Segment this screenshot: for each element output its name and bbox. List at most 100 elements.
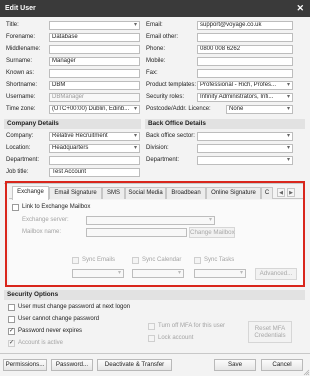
cannot-change-password-label: User cannot change password: [18, 316, 100, 322]
sync-calendar-checkbox[interactable]: [132, 257, 139, 264]
footer-divider: [0, 353, 310, 354]
exchange-tab-panel: Link to Exchange Mailbox Exchange server…: [9, 200, 303, 285]
turn-off-mfa-label: Turn off MFA for this user: [158, 323, 226, 329]
password-button[interactable]: Password...: [51, 359, 93, 371]
time-zone-select[interactable]: (UTC+00:00) Dublin, Edinb...: [49, 105, 140, 114]
email-other-field[interactable]: [197, 33, 293, 42]
exchange-server-select: [86, 216, 215, 225]
bo-department-label: Department:: [146, 157, 180, 163]
time-zone-label: Time zone:: [6, 106, 36, 112]
tab-online-signature[interactable]: Online Signature: [206, 187, 261, 199]
middlename-field[interactable]: [49, 45, 140, 54]
tab-more[interactable]: C: [261, 187, 273, 199]
save-button[interactable]: Save: [214, 359, 256, 371]
postcode-licence-label: Postcode/Addr. Licence:: [146, 106, 211, 112]
close-icon[interactable]: ✕: [296, 0, 304, 17]
must-change-password-label: User must change password at next logon: [18, 304, 131, 310]
tab-social-media[interactable]: Social Media: [125, 187, 166, 199]
security-options-header: Security Options: [4, 290, 305, 300]
company-select[interactable]: Relative Recruitment: [49, 132, 140, 141]
location-label: Location:: [6, 145, 31, 151]
title-select[interactable]: [49, 21, 140, 30]
surname-field[interactable]: Manager: [49, 57, 140, 66]
exchange-server-label: Exchange server:: [22, 217, 69, 223]
job-title-field[interactable]: Test Account: [49, 168, 140, 177]
company-label: Company:: [6, 133, 34, 139]
username-field: DBManager: [49, 93, 140, 102]
tab-prev-icon[interactable]: ◀: [277, 188, 285, 197]
known-as-label: Known as:: [6, 70, 35, 76]
phone-field[interactable]: 0800 008 6262: [197, 45, 293, 54]
link-exchange-label: Link to Exchange Mailbox: [22, 204, 91, 210]
bo-department-select[interactable]: [197, 156, 293, 165]
back-office-sector-select[interactable]: [197, 132, 293, 141]
resize-grip-icon[interactable]: [303, 369, 310, 376]
email-label: Email:: [146, 22, 163, 28]
dialog-titlebar: Edit User ✕: [0, 0, 310, 17]
edit-user-dialog: Title: Forename: Database Middlename: Su…: [0, 17, 310, 376]
back-office-header: Back Office Details: [145, 119, 305, 129]
mailbox-name-field: [86, 228, 187, 237]
email-field[interactable]: support@voyage.co.uk: [197, 21, 293, 30]
location-select[interactable]: Headquarters: [49, 144, 140, 153]
product-templates-select[interactable]: Professional - Rich, Profes...: [197, 81, 293, 90]
security-roles-label: Security roles:: [146, 94, 185, 100]
change-mailbox-button[interactable]: Change Mailbox: [189, 227, 235, 238]
link-exchange-checkbox[interactable]: [12, 204, 19, 211]
sync-tasks-select: [194, 269, 246, 278]
sync-calendar-label: Sync Calendar: [142, 257, 182, 263]
sync-emails-checkbox[interactable]: [72, 257, 79, 264]
advanced-button[interactable]: Advanced...: [255, 268, 297, 280]
tab-exchange[interactable]: Exchange: [12, 186, 49, 200]
shortname-label: Shortname:: [6, 82, 38, 88]
tabs-highlight-frame: Exchange Email Signature SMS Social Medi…: [5, 181, 305, 287]
sync-calendar-select: [132, 269, 184, 278]
division-label: Division:: [146, 145, 169, 151]
sync-tasks-checkbox[interactable]: [194, 257, 201, 264]
deactivate-transfer-button[interactable]: Deactivate & Transfer: [97, 359, 172, 371]
fax-field[interactable]: [197, 69, 293, 78]
permissions-button[interactable]: Permissions...: [3, 359, 47, 371]
account-active-label: Account is active: [18, 340, 64, 346]
department-label: Department:: [6, 157, 40, 163]
lock-account-checkbox[interactable]: [148, 335, 155, 342]
sync-emails-select: [72, 269, 124, 278]
turn-off-mfa-checkbox[interactable]: [148, 323, 155, 330]
forename-field[interactable]: Database: [49, 33, 140, 42]
email-other-label: Email other:: [146, 34, 179, 40]
company-details-header: Company Details: [4, 119, 141, 129]
middlename-label: Middlename:: [6, 46, 41, 52]
title-label: Title:: [6, 22, 19, 28]
forename-label: Forename:: [6, 34, 36, 40]
tab-sms[interactable]: SMS: [102, 187, 125, 199]
surname-label: Surname:: [6, 58, 33, 64]
password-never-expires-checkbox[interactable]: ✓: [8, 328, 15, 335]
tab-next-icon[interactable]: ▶: [287, 188, 295, 197]
reset-mfa-button[interactable]: Reset MFA Credentials: [248, 321, 292, 343]
dialog-title: Edit User: [5, 5, 36, 12]
cancel-button[interactable]: Cancel: [261, 359, 303, 371]
shortname-field[interactable]: DBM: [49, 81, 140, 90]
password-never-expires-label: Password never expires: [18, 328, 83, 334]
tab-broadbean[interactable]: Broadbean: [166, 187, 206, 199]
department-field[interactable]: [49, 156, 140, 165]
mailbox-name-label: Mailbox name:: [22, 229, 62, 235]
must-change-password-checkbox[interactable]: [8, 304, 15, 311]
mobile-field[interactable]: [197, 57, 293, 66]
phone-label: Phone:: [146, 46, 166, 52]
cannot-change-password-checkbox[interactable]: [8, 316, 15, 323]
sync-emails-label: Sync Emails: [82, 257, 116, 263]
back-office-sector-label: Back office sector:: [146, 133, 195, 139]
product-templates-label: Product templates:: [146, 82, 197, 88]
sync-tasks-label: Sync Tasks: [204, 257, 235, 263]
account-active-checkbox[interactable]: ✓: [8, 340, 15, 347]
division-select[interactable]: [197, 144, 293, 153]
tab-strip: Exchange Email Signature SMS Social Medi…: [9, 185, 303, 200]
username-label: Username:: [6, 94, 36, 100]
fax-label: Fax:: [146, 70, 158, 76]
security-roles-select[interactable]: Infinity Administrators, Infi...: [197, 93, 293, 102]
postcode-licence-select[interactable]: None: [226, 105, 293, 114]
known-as-field[interactable]: [49, 69, 140, 78]
mobile-label: Mobile:: [146, 58, 166, 64]
tab-email-signature[interactable]: Email Signature: [49, 187, 102, 199]
